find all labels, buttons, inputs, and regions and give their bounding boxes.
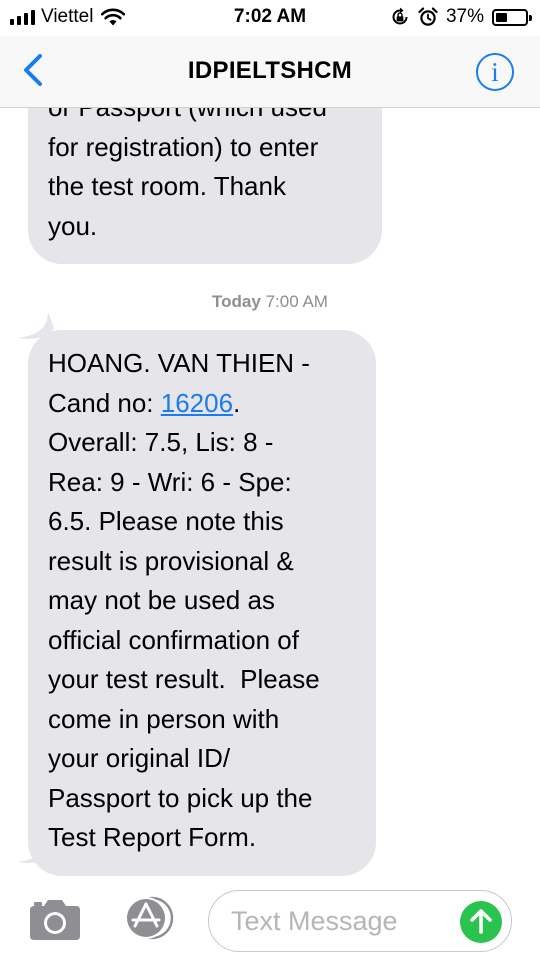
message-line: you. [48,210,98,241]
message-line-candidate: Cand no: 16206. [48,384,356,424]
messages-screen: Viettel 7:02 AM 37% IDPIELTSHCM i for re… [0,0,540,960]
status-bar: Viettel 7:02 AM 37% [0,0,540,36]
app-store-icon [125,896,174,940]
message-line: Passport to pick up the [48,782,313,813]
contact-name[interactable]: IDPIELTSHCM [0,57,540,85]
camera-icon [30,900,80,940]
alarm-icon [418,7,438,26]
arrow-up-icon [470,909,492,934]
message-line: Overall: 7.5, Lis: 8 - [48,427,274,457]
info-button[interactable]: i [476,53,514,91]
message-line: your original ID/ [48,743,231,773]
message-line: your test result. Please [48,664,320,694]
message-line: or Passport (which used [48,108,362,128]
battery-icon [492,8,532,26]
message-line: result is provisional & [48,545,294,576]
bubble-tail [18,836,54,863]
candidate-number-link[interactable]: 16206 [161,388,233,418]
compose-bar: Text Message [0,876,540,960]
message-placeholder: Text Message [231,906,398,936]
message-bubble[interactable]: or Passport (which used for registration… [28,108,382,264]
message-list[interactable]: or Passport (which used for registration… [0,108,540,876]
message-line: may not be used as [48,585,275,615]
message-input[interactable]: Text Message [208,890,512,952]
rotation-lock-icon [392,7,408,25]
timestamp-day: Today [212,292,261,311]
message-line: Rea: 9 - Wri: 6 - Spe: [48,466,292,497]
conversation-header: IDPIELTSHCM i [0,36,540,108]
cand-suffix: . [233,387,241,418]
battery-percent: 37% [445,6,484,27]
message-line: come in person with [48,703,280,734]
app-store-button[interactable] [118,896,176,940]
message-line: for registration) to enter [48,131,319,162]
timestamp-time: 7:00 AM [265,292,328,311]
battery-fill [496,12,507,22]
send-button[interactable] [460,901,502,943]
message-line: HOANG. VAN THIEN - [48,348,310,378]
message-line: 6.5. Please note this [48,506,284,536]
message-line: official confirmation of [48,624,299,655]
camera-button[interactable] [26,898,84,942]
message-line: the test room. Thank [48,171,286,201]
info-icon: i [491,57,499,87]
status-right: 37% [390,6,532,28]
cand-label: Cand no: [48,387,161,418]
message-line: Test Report Form. [48,822,257,852]
message-timestamp: Today 7:00 AM [0,292,540,312]
battery-nub [529,14,532,21]
message-bubble[interactable]: HOANG. VAN THIEN - Cand no: 16206. Overa… [28,330,376,876]
